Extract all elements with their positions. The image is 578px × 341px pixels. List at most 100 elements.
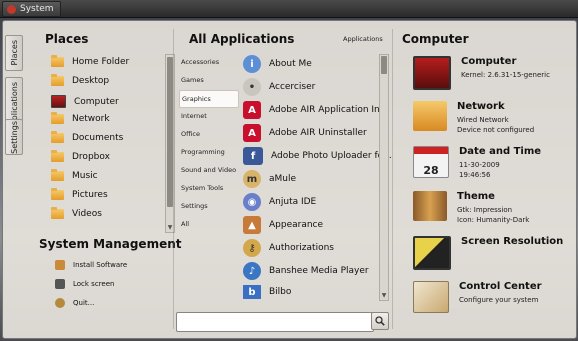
app-label: Appearance [269,220,324,230]
app-label: Banshee Media Player [269,266,369,276]
appearance-icon: ▲ [243,216,261,234]
folder-icon [51,131,64,143]
category-internet[interactable]: Internet [179,108,237,124]
category-accessories[interactable]: Accessories [179,54,237,70]
screen-resolution-entry[interactable]: Screen Resolution [413,236,563,270]
current-time: 19:46:56 [459,171,491,179]
place-documents[interactable]: Documents [51,131,124,143]
category-system-tools[interactable]: System Tools [179,180,237,196]
current-date: 11-30-2009 [459,161,500,169]
category-settings[interactable]: Settings [179,198,237,214]
display-icon [413,236,451,270]
category-graphics[interactable]: Graphics [179,90,239,108]
applications-scrollbar[interactable]: ▼ [379,54,389,301]
lock-screen-label: Lock screen [73,280,115,288]
icon-theme: Icon: Humanity-Dark [457,216,530,224]
theme-icon [413,191,447,221]
app-about-me[interactable]: i About Me [243,55,312,73]
gtk-theme: Gtk: Impression [457,206,513,214]
screen-resolution-entry-title: Screen Resolution [461,236,564,247]
date-time-entry-title: Date and Time [459,146,542,157]
app-bilbo[interactable]: b Bilbo [243,285,291,299]
category-games[interactable]: Games [179,72,237,88]
install-software-label: Install Software [73,261,128,269]
app-appearance[interactable]: ▲ Appearance [243,216,323,234]
search-button[interactable] [371,312,389,330]
place-label: Documents [72,133,124,143]
place-label: Computer [74,96,119,107]
adobe-air-icon: A [243,124,261,142]
network-folder-icon [51,112,64,124]
app-banshee[interactable]: ♪ Banshee Media Player [243,262,369,280]
install-software-button[interactable]: Install Software [55,260,127,270]
control-center-entry[interactable]: Control Center Configure your system [413,281,542,313]
calendar-day-number: 28 [423,164,439,177]
lock-icon [55,279,65,289]
folder-icon [51,169,64,181]
place-dropbox[interactable]: Dropbox [51,150,110,162]
place-pictures[interactable]: Pictures [51,188,108,200]
network-type: Wired Network [457,116,509,124]
search-input[interactable] [176,312,374,332]
theme-entry-title: Theme [457,191,495,202]
place-music[interactable]: Music [51,169,98,181]
app-adobe-air-uninstaller[interactable]: A Adobe AIR Uninstaller [243,124,367,142]
column-divider [392,29,393,329]
system-management-title: System Management [39,237,182,251]
place-desktop[interactable]: Desktop [51,74,110,86]
control-center-description: Configure your system [459,296,539,304]
app-accerciser[interactable]: • Accerciser [243,78,315,96]
amule-icon: m [243,170,261,188]
control-center-entry-title: Control Center [459,281,542,292]
applications-scrollbar-thumb[interactable] [381,56,387,74]
category-office[interactable]: Office [179,126,237,142]
computer-icon [51,95,66,108]
app-label: aMule [269,174,297,184]
app-label: Adobe Photo Uploader for.. [271,151,392,161]
package-icon [55,260,65,270]
system-menu-label: System [20,4,54,14]
accerciser-icon: • [243,78,261,96]
theme-entry[interactable]: Theme Gtk: Impression Icon: Humanity-Dar… [413,191,529,225]
lock-screen-button[interactable]: Lock screen [55,279,114,289]
facebook-icon: f [243,147,263,165]
network-entry[interactable]: Network Wired Network Device not configu… [413,101,534,135]
quit-button[interactable]: Quit... [55,298,94,308]
place-network[interactable]: Network [51,112,110,124]
tab-places[interactable]: Places [5,35,23,71]
place-videos[interactable]: Videos [51,207,102,219]
app-label: Anjuta IDE [269,197,317,207]
scroll-down-arrow-icon[interactable]: ▼ [380,292,388,300]
places-title: Places [45,32,89,46]
quit-label: Quit... [73,299,95,307]
banshee-icon: ♪ [243,262,261,280]
app-amule[interactable]: m aMule [243,170,296,188]
tab-places-label: Places [9,40,19,66]
computer-title: Computer [402,32,469,46]
column-divider [173,29,174,329]
key-icon: ⚷ [243,239,261,257]
app-authorizations[interactable]: ⚷ Authorizations [243,239,334,257]
search-icon [375,316,385,326]
tab-settings[interactable]: Settings [5,119,23,155]
category-programming[interactable]: Programming [179,144,237,160]
app-adobe-photo-uploader[interactable]: f Adobe Photo Uploader for.. [243,147,392,165]
app-label: Accerciser [269,82,316,92]
applications-header-label: Applications [343,35,383,43]
date-time-entry[interactable]: 28 Date and Time 11-30-2009 19:46:56 [413,146,541,180]
place-label: Desktop [72,76,110,86]
category-sound-and-video[interactable]: Sound and Video [179,162,237,178]
place-label: Dropbox [72,152,110,162]
app-adobe-air-installer[interactable]: A Adobe AIR Application In.. [243,101,385,119]
place-label: Home Folder [72,57,130,67]
folder-icon [51,207,64,219]
network-icon [413,101,447,131]
place-computer[interactable]: Computer [51,95,119,108]
computer-entry[interactable]: Computer Kernel: 2.6.31-15-generic [413,56,550,90]
place-home-folder[interactable]: Home Folder [51,55,130,67]
app-anjuta-ide[interactable]: ◉ Anjuta IDE [243,193,316,211]
category-all[interactable]: All [179,216,237,232]
system-menu-button[interactable]: System [2,1,61,17]
control-center-icon [413,281,449,313]
calendar-clock-icon: 28 [413,146,449,178]
